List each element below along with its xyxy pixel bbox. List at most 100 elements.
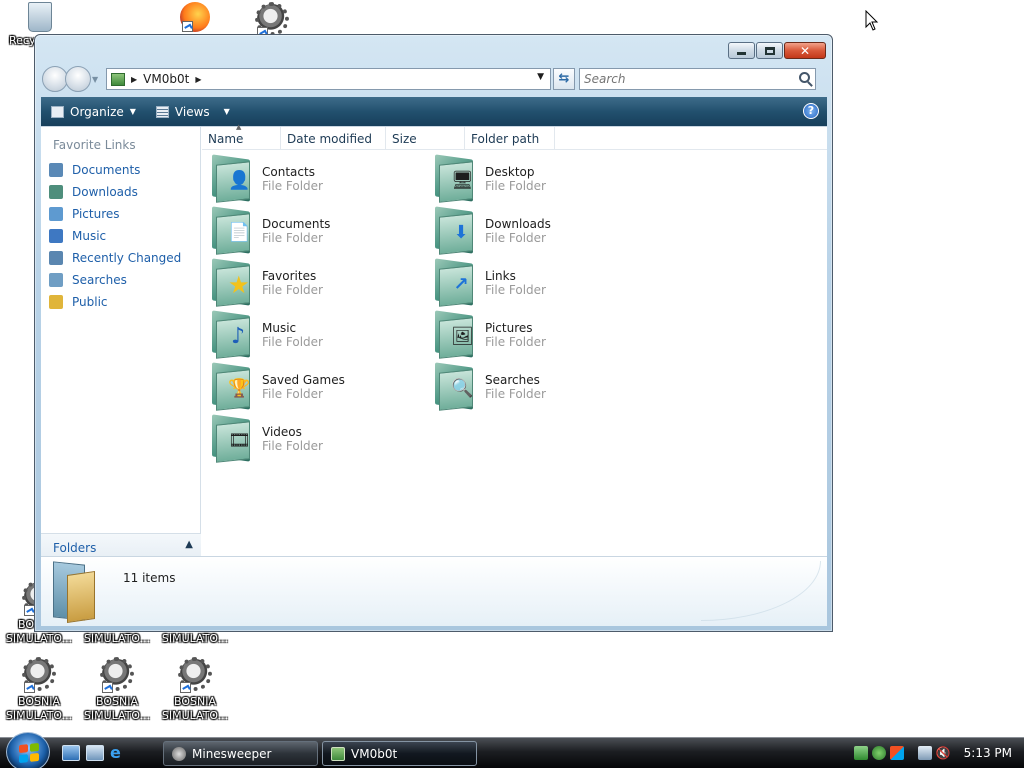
desktop-icon-label: BOSNIA SIMULATO... (83, 695, 151, 722)
taskbar-button-label: VM0b0t (351, 746, 398, 761)
breadcrumb-arrow-icon[interactable]: ▶ (131, 75, 137, 84)
search-icon[interactable] (799, 72, 810, 83)
decorative-swoosh (701, 561, 821, 621)
music-folder-icon: ♪ (210, 310, 256, 359)
forward-button[interactable] (65, 66, 91, 92)
folder-item-documents[interactable]: 📄 Documents File Folder (210, 206, 420, 257)
folder-name: Videos (262, 425, 302, 439)
views-button[interactable]: Views ▼ (146, 105, 240, 119)
column-header-date-modified[interactable]: Date modified (281, 127, 386, 149)
help-button[interactable]: ? (803, 103, 819, 119)
show-desktop-icon[interactable] (62, 745, 80, 761)
column-header-size[interactable]: Size (386, 127, 465, 149)
internet-explorer-icon[interactable]: e (110, 745, 128, 761)
column-headers: ▲ Name Date modified Size Folder path (202, 123, 827, 150)
folder-icon (331, 746, 345, 761)
maximize-button[interactable] (756, 42, 783, 59)
switch-windows-icon[interactable] (86, 745, 104, 761)
sidebar-item-music[interactable]: Music (41, 225, 200, 247)
desktop-icon-bosnia-6[interactable]: BOSNIA SIMULATO... (156, 657, 234, 723)
sidebar-item-label: Downloads (72, 185, 138, 199)
downloads-icon (49, 185, 63, 199)
desktop-icon-firefox[interactable] (156, 2, 234, 34)
searches-folder-icon: 🔍 (433, 362, 479, 411)
folder-name: Contacts (262, 165, 315, 179)
users-icon[interactable] (871, 746, 886, 760)
folder-item-downloads[interactable]: ⬇ Downloads File Folder (433, 206, 643, 257)
recent-pages-dropdown[interactable]: ▼ (92, 75, 102, 84)
sidebar-item-searches[interactable]: Searches (41, 269, 200, 291)
close-button[interactable]: ✕ (784, 42, 826, 59)
sidebar-item-documents[interactable]: Documents (41, 159, 200, 181)
item-count: 11 items (123, 571, 176, 585)
search-input[interactable] (580, 69, 780, 89)
folder-item-searches[interactable]: 🔍 Searches File Folder (433, 362, 643, 413)
security-center-icon[interactable] (889, 746, 904, 760)
folder-type: File Folder (485, 179, 546, 193)
folder-name: Searches (485, 373, 540, 387)
organize-label: Organize (70, 104, 124, 119)
column-header-folder-path[interactable]: Folder path (465, 127, 555, 149)
chevron-down-icon: ▼ (129, 107, 136, 116)
shortcut-arrow-icon (182, 21, 193, 32)
folder-type: File Folder (262, 283, 323, 297)
breadcrumb-segment[interactable]: VM0b0t (143, 72, 189, 86)
column-header-label: Folder path (471, 132, 540, 146)
maximize-icon (764, 46, 775, 55)
taskbar-button-label: Minesweeper (192, 746, 272, 761)
explorer-window: ✕ ▼ ▶ VM0b0t ▶ ▼ ⇆ Organize ▼ Views ▼ ? (34, 34, 833, 632)
gear-icon (100, 657, 134, 693)
folder-item-favorites[interactable]: ★ Favorites File Folder (210, 258, 420, 309)
folder-icon (53, 561, 95, 623)
folder-item-music[interactable]: ♪ Music File Folder (210, 310, 420, 361)
videos-folder-icon: 🎞 (210, 414, 256, 463)
folder-item-saved-games[interactable]: 🏆 Saved Games File Folder (210, 362, 420, 413)
folders-toggle[interactable]: Folders ▲ (41, 533, 201, 557)
shortcut-arrow-icon (24, 682, 35, 693)
sidebar-item-label: Searches (72, 273, 127, 287)
folder-item-videos[interactable]: 🎞 Videos File Folder (210, 414, 420, 465)
sidebar-item-label: Public (72, 295, 108, 309)
folder-item-desktop[interactable]: 🖥 Desktop File Folder (433, 154, 643, 205)
refresh-button[interactable]: ⇆ (553, 68, 575, 90)
notification-area: 🔇 5:13 PM (853, 738, 1024, 768)
sidebar-item-label: Music (72, 229, 107, 243)
minesweeper-icon (172, 746, 186, 761)
folder-type: File Folder (262, 387, 323, 401)
sidebar-item-pictures[interactable]: Pictures (41, 203, 200, 225)
clock[interactable]: 5:13 PM (964, 746, 1012, 760)
taskbar-button-vm0b0t[interactable]: VM0b0t (322, 741, 477, 766)
taskbar-button-minesweeper[interactable]: Minesweeper (163, 741, 318, 766)
refresh-icon: ⇆ (558, 71, 570, 86)
column-header-name[interactable]: ▲ Name (202, 123, 281, 149)
mouse-cursor-icon (865, 10, 879, 31)
folder-item-contacts[interactable]: 👤 Contacts File Folder (210, 154, 420, 205)
shortcut-arrow-icon (180, 682, 191, 693)
folder-item-links[interactable]: ↗ Links File Folder (433, 258, 643, 309)
breadcrumb-arrow-icon[interactable]: ▶ (195, 75, 201, 84)
folder-item-pictures[interactable]: 🖼 Pictures File Folder (433, 310, 643, 361)
chevron-down-icon: ▼ (223, 107, 230, 116)
desktop-icon-label: BOSNIA SIMULATO... (5, 695, 73, 722)
folder-type: File Folder (262, 231, 323, 245)
favorite-links-title: Favorite Links (53, 138, 136, 152)
caption-buttons: ✕ (728, 42, 826, 59)
start-button[interactable] (6, 732, 50, 768)
column-header-label: Name (208, 132, 244, 146)
address-dropdown-icon[interactable]: ▼ (537, 72, 544, 82)
documents-icon (49, 163, 63, 177)
network-sync-icon[interactable] (853, 746, 868, 760)
minimize-button[interactable] (728, 42, 755, 59)
network-icon[interactable] (917, 746, 932, 760)
desktop-icon-bosnia-4[interactable]: BOSNIA SIMULATO... (0, 657, 78, 723)
sidebar-item-recently-changed[interactable]: Recently Changed (41, 247, 200, 269)
sidebar-item-downloads[interactable]: Downloads (41, 181, 200, 203)
volume-muted-icon[interactable]: 🔇 (936, 746, 951, 760)
organize-button[interactable]: Organize ▼ (41, 105, 146, 119)
address-bar[interactable]: ▶ VM0b0t ▶ ▼ (106, 68, 551, 90)
views-label: Views (174, 104, 210, 119)
sidebar-item-public[interactable]: Public (41, 291, 200, 313)
folder-type: File Folder (485, 231, 546, 245)
desktop-icon-bosnia-5[interactable]: BOSNIA SIMULATO... (78, 657, 156, 723)
pictures-icon (49, 207, 63, 221)
